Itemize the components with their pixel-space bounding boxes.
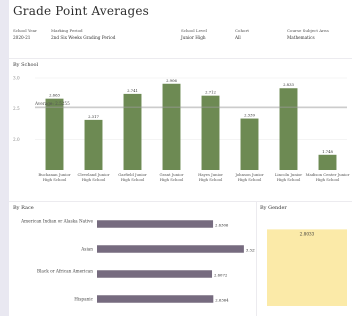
bar [318, 154, 337, 170]
data-label: 1.748 [322, 149, 333, 154]
data-label: 2.339 [244, 113, 255, 118]
data-label: 2.712 [205, 90, 216, 95]
divider [9, 201, 352, 202]
by-school-title: By School [13, 62, 39, 68]
y-tick-label: 3.0 [13, 76, 20, 81]
divider [9, 58, 352, 59]
x-tick-label: High School [199, 177, 223, 182]
bar [267, 229, 347, 306]
filter-label: School Year [13, 28, 37, 33]
data-label: 2.833 [283, 82, 294, 87]
y-tick-label: Hispanic [74, 297, 93, 302]
filter-label: School Level [181, 28, 207, 33]
y-tick-label: Black or African American [37, 269, 93, 274]
by-gender-title: By Gender [260, 205, 287, 211]
bar [84, 119, 103, 170]
filter-value: 2020-21 [13, 35, 31, 40]
by-race-title: By Race [13, 205, 34, 211]
filter-school-level[interactable]: School Level Junior High [181, 28, 207, 40]
by-gender-chart: 2.8033 [267, 229, 347, 306]
x-tick-label: High School [43, 177, 67, 182]
data-label: 2.8033 [300, 231, 315, 236]
data-label: 2.663 [49, 93, 60, 98]
data-label: 2.317 [88, 114, 99, 119]
data-label: 3.3295 [246, 248, 255, 253]
page-title: Grade Point Averages [13, 4, 149, 18]
data-label: 2.6072 [214, 273, 228, 278]
by-race-chart: 2.6306 American Indian or Alaska Native 3.… [20, 219, 255, 303]
data-label: 2.6364 [215, 298, 229, 303]
bar [123, 93, 142, 170]
filter-cohort[interactable]: Cohort All [235, 28, 249, 40]
filter-school-year[interactable]: School Year 2020-21 [13, 28, 37, 40]
by-school-chart: 3.02.52.02.663Buchanan JuniorHigh School… [13, 76, 350, 183]
filter-value: Junior High [181, 35, 206, 40]
y-tick-label: American Indian or Alaska Native [20, 219, 93, 224]
y-tick-label: Asian [80, 247, 93, 252]
report-page: Grade Point Averages School Year 2020-21… [9, 0, 352, 316]
bar [45, 98, 64, 170]
x-tick-label: High School [238, 177, 262, 182]
left-gutter [0, 0, 9, 316]
bar [97, 295, 214, 303]
filter-bar: School Year 2020-21 Marking Period 2nd S… [13, 28, 352, 50]
filter-label: Cohort [235, 28, 249, 33]
filter-label: Marking Period [51, 28, 83, 33]
bar [97, 270, 213, 278]
average-label: Average: 2.5255 [34, 101, 70, 106]
x-tick-label: High School [160, 177, 184, 182]
x-tick-label: High School [316, 177, 340, 182]
filter-value: All [235, 35, 241, 40]
x-tick-label: High School [277, 177, 301, 182]
data-label: 2.906 [166, 78, 177, 83]
filter-marking-period[interactable]: Marking Period 2nd Six Weeks Grading Per… [51, 28, 115, 40]
filter-value: 2nd Six Weeks Grading Period [51, 35, 116, 40]
bar [240, 118, 259, 170]
bar [162, 83, 181, 170]
data-label: 2.741 [127, 88, 138, 93]
bar [97, 220, 214, 228]
data-label: 2.6306 [215, 223, 229, 228]
x-tick-label: High School [82, 177, 106, 182]
x-tick-label: High School [121, 177, 145, 182]
bar [279, 88, 298, 170]
filter-label: Course Subject Area [287, 28, 329, 33]
bar [97, 245, 244, 253]
y-tick-label: 2.0 [13, 137, 20, 142]
filter-course-subject[interactable]: Course Subject Area Mathematics [287, 28, 329, 40]
filter-value: Mathematics [287, 35, 315, 40]
y-tick-label: 2.5 [13, 106, 20, 111]
